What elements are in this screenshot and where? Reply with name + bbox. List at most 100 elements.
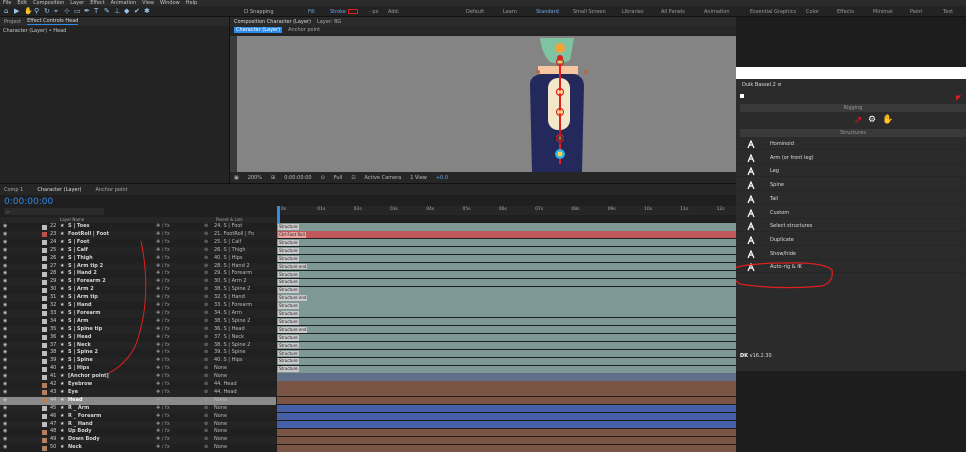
visibility-eye-icon[interactable]: ◉ xyxy=(3,444,7,452)
switches-icon[interactable]: ✚ ∕ fx xyxy=(156,310,170,318)
camera-dropdown[interactable]: Active Camera xyxy=(365,175,402,181)
layer-row[interactable]: ◉ 43 ★ Eye ✚ ∕ fx ⊚ 44. Head xyxy=(0,388,276,397)
layer-row[interactable]: ◉ 42 ★ Eyebrow ✚ ∕ fx ⊚ 44. Head xyxy=(0,381,276,389)
pickwhip-icon[interactable]: ⊚ xyxy=(204,270,208,278)
layer-duration-bar[interactable] xyxy=(277,397,736,405)
layer-name[interactable]: R _ Hand xyxy=(68,421,93,429)
switches-icon[interactable]: ✚ ∕ fx xyxy=(156,318,170,326)
pickwhip-icon[interactable]: ⊚ xyxy=(204,302,208,310)
duik-item-duplicate[interactable]: Duplicate xyxy=(736,234,966,246)
timeline-tab-2[interactable]: Anchor point xyxy=(96,187,128,193)
parent-dropdown[interactable]: None xyxy=(214,365,227,373)
label-color-swatch[interactable] xyxy=(42,271,47,277)
rigging-automation-icon[interactable]: ⚙ xyxy=(868,115,876,125)
fill-label[interactable]: Fill xyxy=(308,9,315,15)
label-color-swatch[interactable] xyxy=(42,343,47,348)
layer-duration-bar[interactable]: Structure xyxy=(277,341,736,350)
text-tool-icon[interactable]: T xyxy=(94,8,98,15)
label-color-swatch[interactable] xyxy=(42,279,47,285)
parent-dropdown[interactable]: 44. Head xyxy=(214,389,237,397)
rigging-hand-icon[interactable]: ✋ xyxy=(882,115,893,125)
layer-row[interactable]: ◉ 46 ★ R _ Forearm ✚ ∕ fx ⊚ None xyxy=(0,412,276,421)
visibility-eye-icon[interactable]: ◉ xyxy=(3,413,7,421)
visibility-eye-icon[interactable]: ◉ xyxy=(3,294,7,302)
visibility-eye-icon[interactable]: ◉ xyxy=(3,421,7,429)
parent-dropdown[interactable]: None xyxy=(214,444,227,452)
workspace-color[interactable]: Color xyxy=(806,9,819,15)
workspace-small-screen[interactable]: Small Screen xyxy=(573,9,606,15)
layer-track[interactable]: Structure xyxy=(277,341,736,350)
layer-track[interactable]: Structure xyxy=(277,349,736,357)
parent-dropdown[interactable]: 38. S | Spine 2 xyxy=(214,286,250,294)
pickwhip-icon[interactable]: ⊚ xyxy=(204,294,208,302)
workspace-learn[interactable]: Learn xyxy=(503,9,517,15)
workspace-default[interactable]: Default xyxy=(466,9,484,15)
label-color-swatch[interactable] xyxy=(42,327,47,333)
label-color-swatch[interactable] xyxy=(42,224,47,230)
layer-track[interactable]: Structure xyxy=(277,357,736,365)
layer-name[interactable]: S | Arm xyxy=(68,318,88,326)
pickwhip-icon[interactable]: ⊚ xyxy=(204,428,208,436)
pickwhip-icon[interactable]: ⊚ xyxy=(204,263,208,271)
tab-layer-bg[interactable]: Layer: BG xyxy=(317,19,341,25)
layer-name[interactable]: S | Thigh xyxy=(68,255,93,263)
visibility-eye-icon[interactable]: ◉ xyxy=(3,278,7,286)
visibility-eye-icon[interactable]: ◉ xyxy=(3,389,7,397)
switches-icon[interactable]: ✚ ∕ fx xyxy=(156,247,170,255)
switches-icon[interactable]: ✚ ∕ fx xyxy=(156,373,170,381)
label-color-swatch[interactable] xyxy=(42,398,47,404)
pickwhip-icon[interactable]: ⊚ xyxy=(204,421,208,429)
workspace-minimal[interactable]: Minimal xyxy=(873,9,893,15)
visibility-eye-icon[interactable]: ◉ xyxy=(3,349,7,357)
stroke-width[interactable]: - px xyxy=(369,9,379,15)
visibility-eye-icon[interactable]: ◉ xyxy=(3,239,7,247)
label-color-swatch[interactable] xyxy=(42,366,47,372)
pickwhip-icon[interactable]: ⊚ xyxy=(204,373,208,381)
layer-duration-bar[interactable] xyxy=(277,412,736,421)
label-color-swatch[interactable] xyxy=(42,445,47,451)
pickwhip-icon[interactable]: ⊚ xyxy=(204,444,208,452)
pickwhip-icon[interactable]: ⊚ xyxy=(204,334,208,342)
layer-track[interactable]: Structure end xyxy=(277,326,736,334)
pickwhip-icon[interactable]: ⊚ xyxy=(204,255,208,263)
parent-dropdown[interactable]: None xyxy=(214,413,227,421)
pickwhip-icon[interactable]: ⊚ xyxy=(204,231,208,239)
visibility-eye-icon[interactable]: ◉ xyxy=(3,397,7,405)
layer-duration-bar[interactable]: Structure xyxy=(277,278,736,286)
label-color-swatch[interactable] xyxy=(42,295,47,301)
workspace-libraries[interactable]: Libraries xyxy=(622,9,644,15)
workspace-standard[interactable]: Standard xyxy=(536,9,559,15)
switches-icon[interactable]: ✚ ∕ fx xyxy=(156,286,170,294)
duik-item-leg[interactable]: Leg xyxy=(736,165,966,178)
layer-track[interactable]: Structure xyxy=(277,302,736,310)
hand-tool-icon[interactable]: ✋ xyxy=(24,8,33,15)
pickwhip-icon[interactable]: ⊚ xyxy=(204,342,208,350)
layer-name[interactable]: Head xyxy=(68,397,83,405)
layer-track[interactable]: Structure xyxy=(277,278,736,286)
stroke-swatch[interactable] xyxy=(348,9,358,14)
region-icon[interactable]: ⊡ xyxy=(351,175,355,181)
pickwhip-icon[interactable]: ⊚ xyxy=(204,397,208,405)
label-color-swatch[interactable] xyxy=(42,350,47,356)
pickwhip-icon[interactable]: ⊚ xyxy=(204,278,208,286)
label-color-swatch[interactable] xyxy=(42,382,47,388)
switches-icon[interactable]: ✚ ∕ fx xyxy=(156,405,170,413)
pickwhip-icon[interactable]: ⊚ xyxy=(204,223,208,231)
parent-dropdown[interactable]: 24. S | Foot xyxy=(214,223,242,231)
pen-tool-icon[interactable]: ✒ xyxy=(84,8,90,15)
layer-track[interactable] xyxy=(277,381,736,389)
parent-dropdown[interactable]: 33. S | Forearm xyxy=(214,302,252,310)
parent-dropdown[interactable]: None xyxy=(214,428,227,436)
switches-icon[interactable]: ✚ ∕ fx xyxy=(156,381,170,389)
layer-name[interactable]: R _ Forearm xyxy=(68,413,101,421)
visibility-eye-icon[interactable]: ◉ xyxy=(3,326,7,334)
layer-track[interactable]: Structure xyxy=(277,365,736,373)
switches-icon[interactable]: ✚ ∕ fx xyxy=(156,436,170,444)
layer-track[interactable]: Ctrl-Foot Roll xyxy=(277,231,736,239)
home-icon[interactable]: ⌂ xyxy=(4,8,8,15)
layer-name[interactable]: Eyebrow xyxy=(68,381,92,389)
parent-dropdown[interactable]: None xyxy=(214,397,227,405)
label-color-swatch[interactable] xyxy=(42,437,47,443)
current-time[interactable]: 0:00:00:00 xyxy=(284,175,311,181)
layer-track[interactable]: Structure xyxy=(277,254,736,263)
